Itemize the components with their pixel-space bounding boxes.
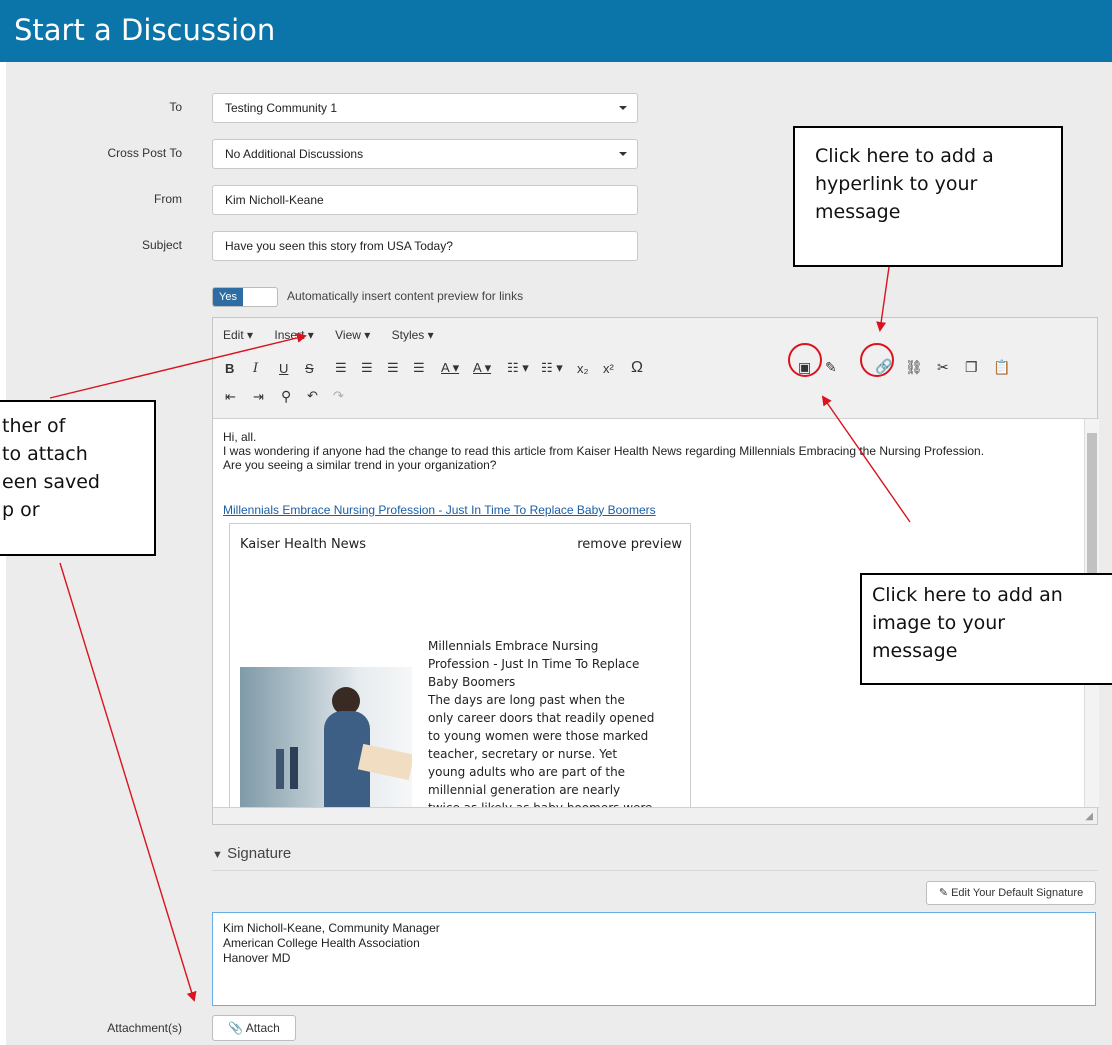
arrow-to-image	[821, 395, 911, 523]
arrow-to-insert	[49, 333, 307, 399]
arrow-to-attach	[59, 562, 197, 1002]
arrow-to-link	[876, 266, 890, 332]
annotation-arrows	[49, 266, 911, 1002]
